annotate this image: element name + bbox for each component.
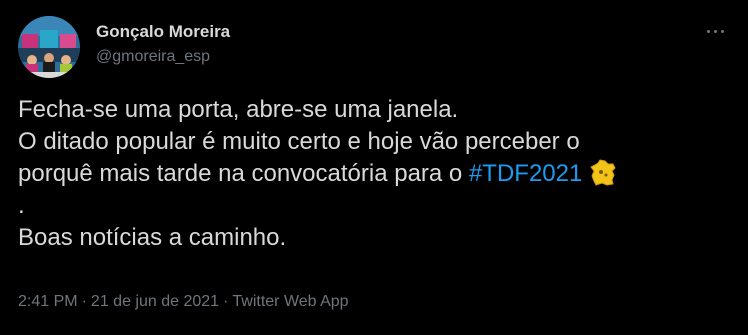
tweet-source[interactable]: Twitter Web App [232,293,348,310]
hashtag-link[interactable]: #TDF2021 [469,160,582,187]
dot [706,29,710,33]
tweet-line: porquê mais tarde na convocatória para o… [18,158,733,190]
tweet-card: Gonçalo Moreira @gmoreira_esp Fecha-se u… [0,0,748,335]
tweet-text: Fecha-se uma porta, abre-se uma janela. … [18,94,733,254]
dot [713,29,717,33]
tweet-line: Fecha-se uma porta, abre-se uma janela. [18,96,459,123]
separator: · [223,293,229,310]
tweet-time[interactable]: 2:41 PM [18,293,78,310]
france-map-yellow-icon [588,158,618,188]
author-display-name[interactable]: Gonçalo Moreira [96,22,230,42]
profile-photo-icon [18,16,80,78]
tweet-date[interactable]: 21 de jun de 2021 [91,293,219,310]
tweet-metadata: 2:41 PM · 21 de jun de 2021 · Twitter Web Ap… [18,293,349,311]
tweet-line-text: porquê mais tarde na convocatória para o [18,160,469,187]
separator: · [81,293,87,310]
tweet-line: Boas notícias a caminho. [18,224,287,251]
more-options-icon[interactable] [700,20,730,42]
avatar[interactable] [18,16,80,78]
dot [720,29,724,33]
author-handle[interactable]: @gmoreira_esp [96,48,210,66]
tweet-line: O ditado popular é muito certo e hoje vã… [18,128,580,155]
tweet-line: . [18,192,25,219]
